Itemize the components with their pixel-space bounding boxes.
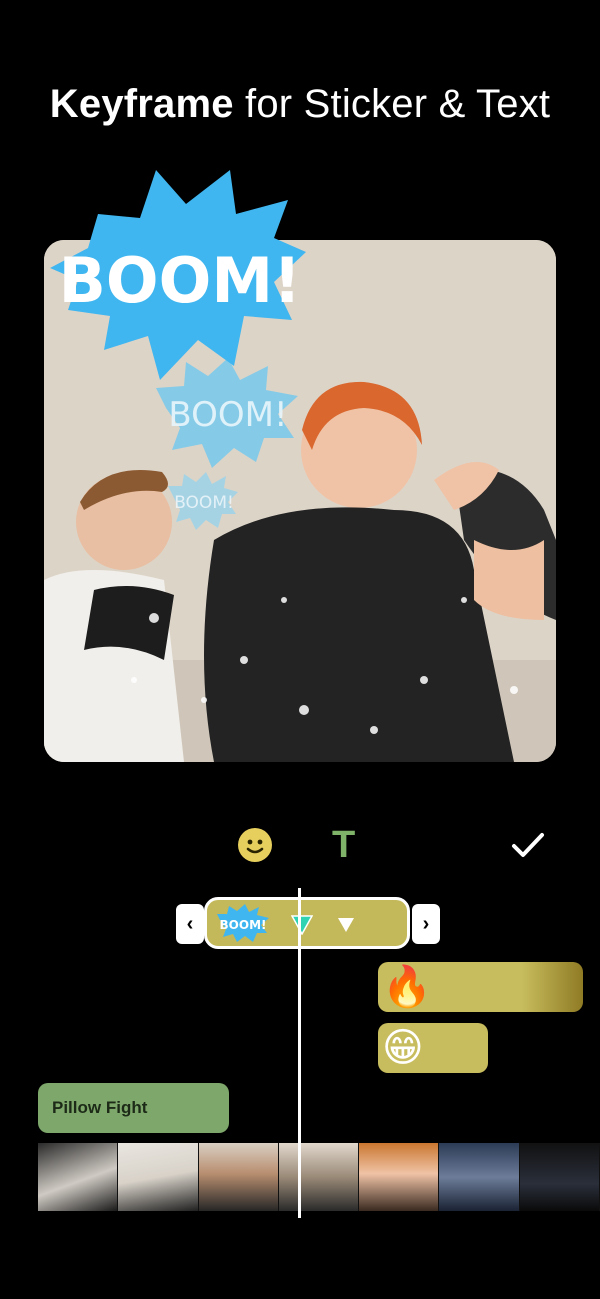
boom-sticker-small[interactable]: BOOM! [168,472,238,530]
emoji-clip-fire[interactable]: 🔥 [378,962,583,1012]
playhead[interactable] [298,888,301,1218]
page-title: Keyframe for Sticker & Text [0,82,600,127]
boom-large-text: BOOM! [59,244,302,317]
trim-handle-right[interactable]: › [412,904,440,944]
boom-medium-text: BOOM! [168,395,287,435]
smiley-glyph [246,839,264,854]
grin-emoji-icon: 😁 [382,1026,424,1070]
title-bold: Keyframe [49,82,234,126]
sticker-clip-selected[interactable]: BOOM! [204,897,410,949]
filmstrip-frame [118,1143,199,1211]
keyframe-active-icon[interactable] [291,915,313,935]
filmstrip-frame [519,1143,600,1211]
text-icon[interactable]: T [332,826,355,864]
video-filmstrip[interactable] [38,1143,600,1211]
boom-sticker-large[interactable]: BOOM! [48,170,306,380]
clip-thumb-text: BOOM! [220,918,267,932]
keyframe-icon[interactable] [337,917,355,933]
boom-small-text: BOOM! [174,493,234,513]
filmstrip-frame [439,1143,520,1211]
emoji-clip-grin[interactable]: 😁 [378,1023,488,1073]
filmstrip-frame [359,1143,440,1211]
smiley-icon[interactable] [238,828,272,862]
boom-clip-thumbnail: BOOM! [217,904,269,942]
title-rest: for Sticker & Text [233,82,551,126]
checkmark-icon[interactable] [510,830,546,860]
filmstrip-frame [38,1143,119,1211]
trim-handle-left[interactable]: ‹ [176,904,204,944]
filmstrip-frame [278,1143,360,1211]
filmstrip-frame [198,1143,279,1211]
text-clip[interactable]: Pillow Fight [38,1083,229,1133]
fire-emoji-icon: 🔥 [382,965,432,1009]
